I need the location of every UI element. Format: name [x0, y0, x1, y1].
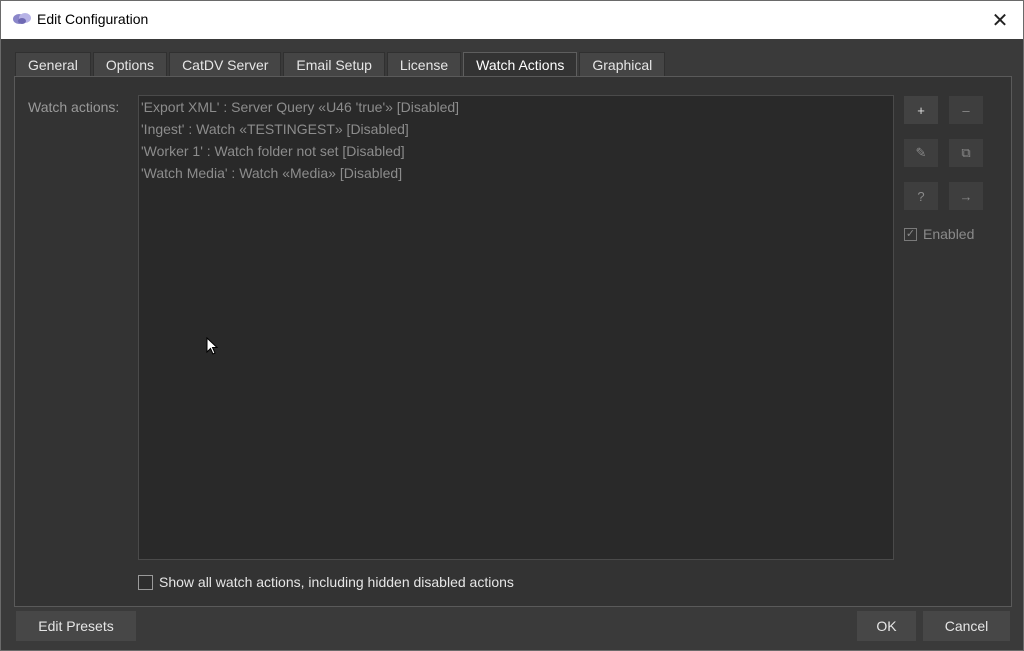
watch-actions-label: Watch actions: — [28, 99, 120, 115]
arrow-right-icon: → — [959, 188, 973, 204]
ok-button[interactable]: OK — [856, 610, 917, 642]
list-item[interactable]: 'Export XML' : Server Query «U46 'true'»… — [139, 96, 893, 118]
enabled-checkbox[interactable]: ✓ — [904, 227, 917, 241]
window-title: Edit Configuration — [37, 11, 149, 27]
plus-icon: + — [917, 102, 925, 118]
list-item[interactable]: 'Worker 1' : Watch folder not set [Disab… — [139, 140, 893, 162]
duplicate-action-button[interactable]: ⧉ — [948, 138, 984, 168]
help-button[interactable]: ? — [903, 181, 939, 211]
edit-presets-button[interactable]: Edit Presets — [15, 610, 137, 642]
close-icon: ✕ — [991, 9, 1009, 32]
edit-configuration-dialog: Edit Configuration ✕ General Options Cat… — [0, 0, 1024, 651]
show-all-checkbox[interactable] — [138, 574, 153, 590]
remove-action-button[interactable]: – — [948, 95, 984, 125]
tab-graphical[interactable]: Graphical — [579, 52, 666, 76]
mouse-cursor-icon — [206, 337, 218, 355]
list-item[interactable]: 'Watch Media' : Watch «Media» [Disabled] — [139, 162, 893, 184]
close-button[interactable]: ✕ — [977, 1, 1023, 39]
tab-options[interactable]: Options — [92, 52, 168, 76]
list-item[interactable]: 'Ingest' : Watch «TESTINGEST» [Disabled] — [139, 118, 893, 140]
cancel-button[interactable]: Cancel — [922, 610, 1011, 642]
tab-license[interactable]: License — [386, 52, 462, 76]
minus-icon: – — [962, 102, 970, 118]
tab-watch-actions[interactable]: Watch Actions — [463, 52, 578, 77]
watch-actions-panel: Watch actions: 'Export XML' : Server Que… — [14, 76, 1012, 607]
enabled-label: Enabled — [923, 226, 975, 242]
title-bar: Edit Configuration ✕ — [1, 1, 1023, 39]
tab-bar: General Options CatDV Server Email Setup… — [15, 52, 667, 77]
duplicate-icon: ⧉ — [961, 145, 971, 160]
edit-action-button[interactable]: ✎ — [903, 138, 939, 168]
tab-email-setup[interactable]: Email Setup — [283, 52, 385, 76]
enabled-checkbox-row[interactable]: ✓ Enabled — [904, 226, 974, 242]
question-icon: ? — [917, 188, 925, 204]
show-all-row[interactable]: Show all watch actions, including hidden… — [138, 574, 514, 590]
show-all-label: Show all watch actions, including hidden… — [159, 574, 514, 590]
pencil-icon: ✎ — [915, 145, 927, 160]
tab-general[interactable]: General — [15, 52, 91, 76]
watch-actions-list[interactable]: 'Export XML' : Server Query «U46 'true'»… — [138, 95, 894, 560]
catdv-app-icon — [13, 13, 31, 24]
move-action-button[interactable]: → — [948, 181, 984, 211]
add-action-button[interactable]: + — [903, 95, 939, 125]
tab-catdv-server[interactable]: CatDV Server — [169, 52, 282, 76]
